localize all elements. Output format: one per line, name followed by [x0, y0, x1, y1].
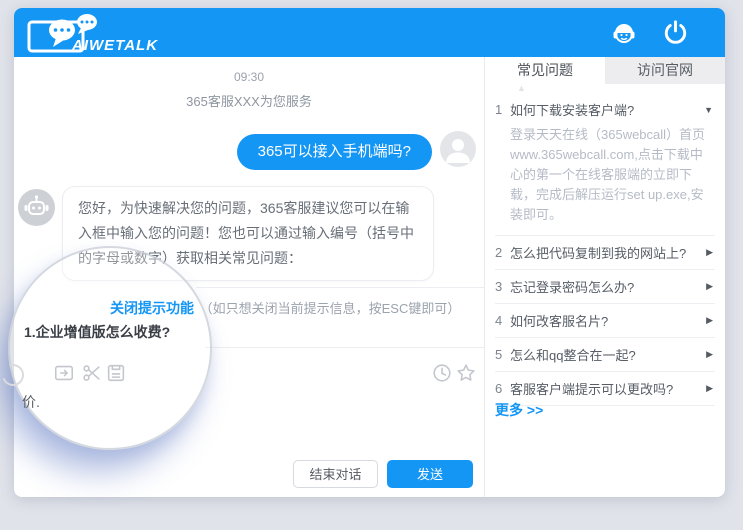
faq-item[interactable]: 2 怎么把代码复制到我的网站上? ▶	[495, 236, 715, 270]
faq-sidebar: 常见问题 访问官网 ▲ 1 如何下载安装客户端? ▼ 登录天天在线（365web…	[484, 57, 725, 497]
expand-arrow-icon[interactable]: ▶	[706, 383, 715, 394]
divider	[196, 287, 484, 288]
expand-arrow-icon[interactable]: ▶	[706, 349, 715, 360]
expand-arrow-icon[interactable]: ▶	[706, 315, 715, 326]
faq-question: 如何下载安装客户端?	[510, 100, 704, 119]
end-conversation-button[interactable]: 结束对话	[293, 460, 378, 488]
file-send-icon[interactable]	[53, 362, 75, 384]
emoji-icon[interactable]	[0, 360, 28, 389]
faq-item[interactable]: 4 如何改客服名片? ▶	[495, 304, 715, 338]
customer-service-agent-icon[interactable]	[610, 19, 638, 47]
faq-item[interactable]: 5 怎么和qq整合在一起? ▶	[495, 338, 715, 372]
faq-question: 客服客户端提示可以更改吗?	[510, 379, 706, 398]
save-icon[interactable]	[105, 362, 127, 384]
hint-row: 关闭提示功能 （如只想关闭当前提示信息，按ESC键即可）	[110, 298, 460, 318]
expand-arrow-icon[interactable]: ▶	[706, 247, 715, 258]
faq-number: 6	[495, 381, 510, 396]
bot-avatar	[18, 189, 55, 226]
faq-item[interactable]: 3 忘记登录密码怎么办? ▶	[495, 270, 715, 304]
brand-name: AIWETALK	[72, 37, 158, 54]
power-icon[interactable]	[662, 19, 690, 47]
faq-number: 5	[495, 347, 510, 362]
faq-number: 2	[495, 245, 510, 260]
bot-message-bubble: 您好，为快速解决您的问题，365客服建议您可以在输入框中输入您的问题！您也可以通…	[62, 186, 434, 281]
faq-question: 忘记登录密码怎么办?	[510, 277, 706, 296]
faq-number: 1	[495, 102, 510, 117]
active-tab-caret: ▲	[517, 83, 526, 93]
robot-icon	[18, 189, 55, 226]
service-greeting: 365客服XXX为您服务	[14, 91, 484, 110]
user-avatar	[440, 131, 476, 167]
timestamp: 09:30	[14, 70, 484, 84]
more-link[interactable]: 更多 >>	[495, 400, 543, 420]
faq-question: 怎么把代码复制到我的网站上?	[510, 243, 706, 262]
close-hints-link[interactable]: 关闭提示功能	[110, 300, 194, 316]
tab-official-site[interactable]: 访问官网	[605, 57, 725, 84]
send-button[interactable]: 发送	[387, 460, 473, 488]
faq-number: 4	[495, 313, 510, 328]
chat-pane: 09:30 365客服XXX为您服务 365可以接入手机端吗? 您好，为快速解决…	[14, 57, 484, 497]
hint-note: （如只想关闭当前提示信息，按ESC键即可）	[200, 301, 461, 316]
person-silhouette-icon	[440, 131, 476, 167]
expand-arrow-icon[interactable]: ▶	[706, 281, 715, 292]
brand-logo: AIWETALK	[26, 11, 216, 57]
titlebar: AIWETALK	[14, 8, 725, 57]
favorite-star-icon[interactable]	[455, 362, 477, 384]
magnified-input-text: 价.	[22, 392, 40, 412]
magnified-hint-text: 1.企业增值版怎么收费?	[24, 322, 170, 342]
faq-answer: 登录天天在线（365webcall）首页 www.365webcall.com,…	[510, 125, 713, 225]
sidebar-tabs: 常见问题 访问官网 ▲	[485, 57, 725, 84]
faq-item-expanded[interactable]: 1 如何下载安装客户端? ▼ 登录天天在线（365webcall）首页 www.…	[495, 94, 715, 236]
user-message-bubble: 365可以接入手机端吗?	[237, 134, 432, 170]
history-clock-icon[interactable]	[431, 362, 453, 384]
faq-question: 如何改客服名片?	[510, 311, 706, 330]
faq-question: 怎么和qq整合在一起?	[510, 345, 706, 364]
divider	[205, 347, 484, 348]
faq-number: 3	[495, 279, 510, 294]
chat-window: AIWETALK 09:30 365客服XXX为您服务 365可以接入手机端吗?	[14, 8, 725, 497]
page: { "colors": { "accent": "#1496f5", "page…	[0, 0, 743, 530]
collapse-arrow-icon[interactable]: ▼	[704, 105, 715, 115]
faq-list: 1 如何下载安装客户端? ▼ 登录天天在线（365webcall）首页 www.…	[495, 94, 715, 406]
scissors-icon[interactable]	[81, 362, 103, 384]
tab-faq[interactable]: 常见问题	[485, 57, 605, 84]
